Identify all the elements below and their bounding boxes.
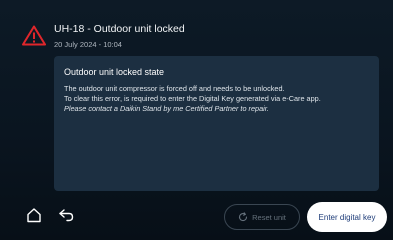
warning-triangle-icon <box>22 25 46 46</box>
enter-digital-key-label: Enter digital key <box>318 212 376 222</box>
card-title: Outdoor unit locked state <box>64 67 165 77</box>
enter-digital-key-button[interactable]: Enter digital key <box>307 202 387 232</box>
reset-unit-label: Reset unit <box>252 212 286 222</box>
reset-unit-button[interactable]: Reset unit <box>224 204 300 230</box>
back-arrow-icon[interactable] <box>58 208 74 222</box>
error-title: UH-18 - Outdoor unit locked <box>54 23 185 35</box>
error-detail-card: Outdoor unit locked state The outdoor un… <box>54 56 379 191</box>
home-icon[interactable] <box>26 207 42 223</box>
card-body-line: The outdoor unit compressor is forced of… <box>64 84 285 93</box>
error-timestamp: 20 July 2024 - 10:04 <box>54 40 122 49</box>
card-body-line: To clear this error, is required to ente… <box>64 94 321 104</box>
card-body: The outdoor unit compressor is forced of… <box>64 84 372 115</box>
error-header: UH-18 - Outdoor unit locked 20 July 2024… <box>0 0 393 54</box>
card-body-contact-line: Please contact a Daikin Stand by me Cert… <box>64 104 269 114</box>
reset-icon <box>239 212 248 222</box>
